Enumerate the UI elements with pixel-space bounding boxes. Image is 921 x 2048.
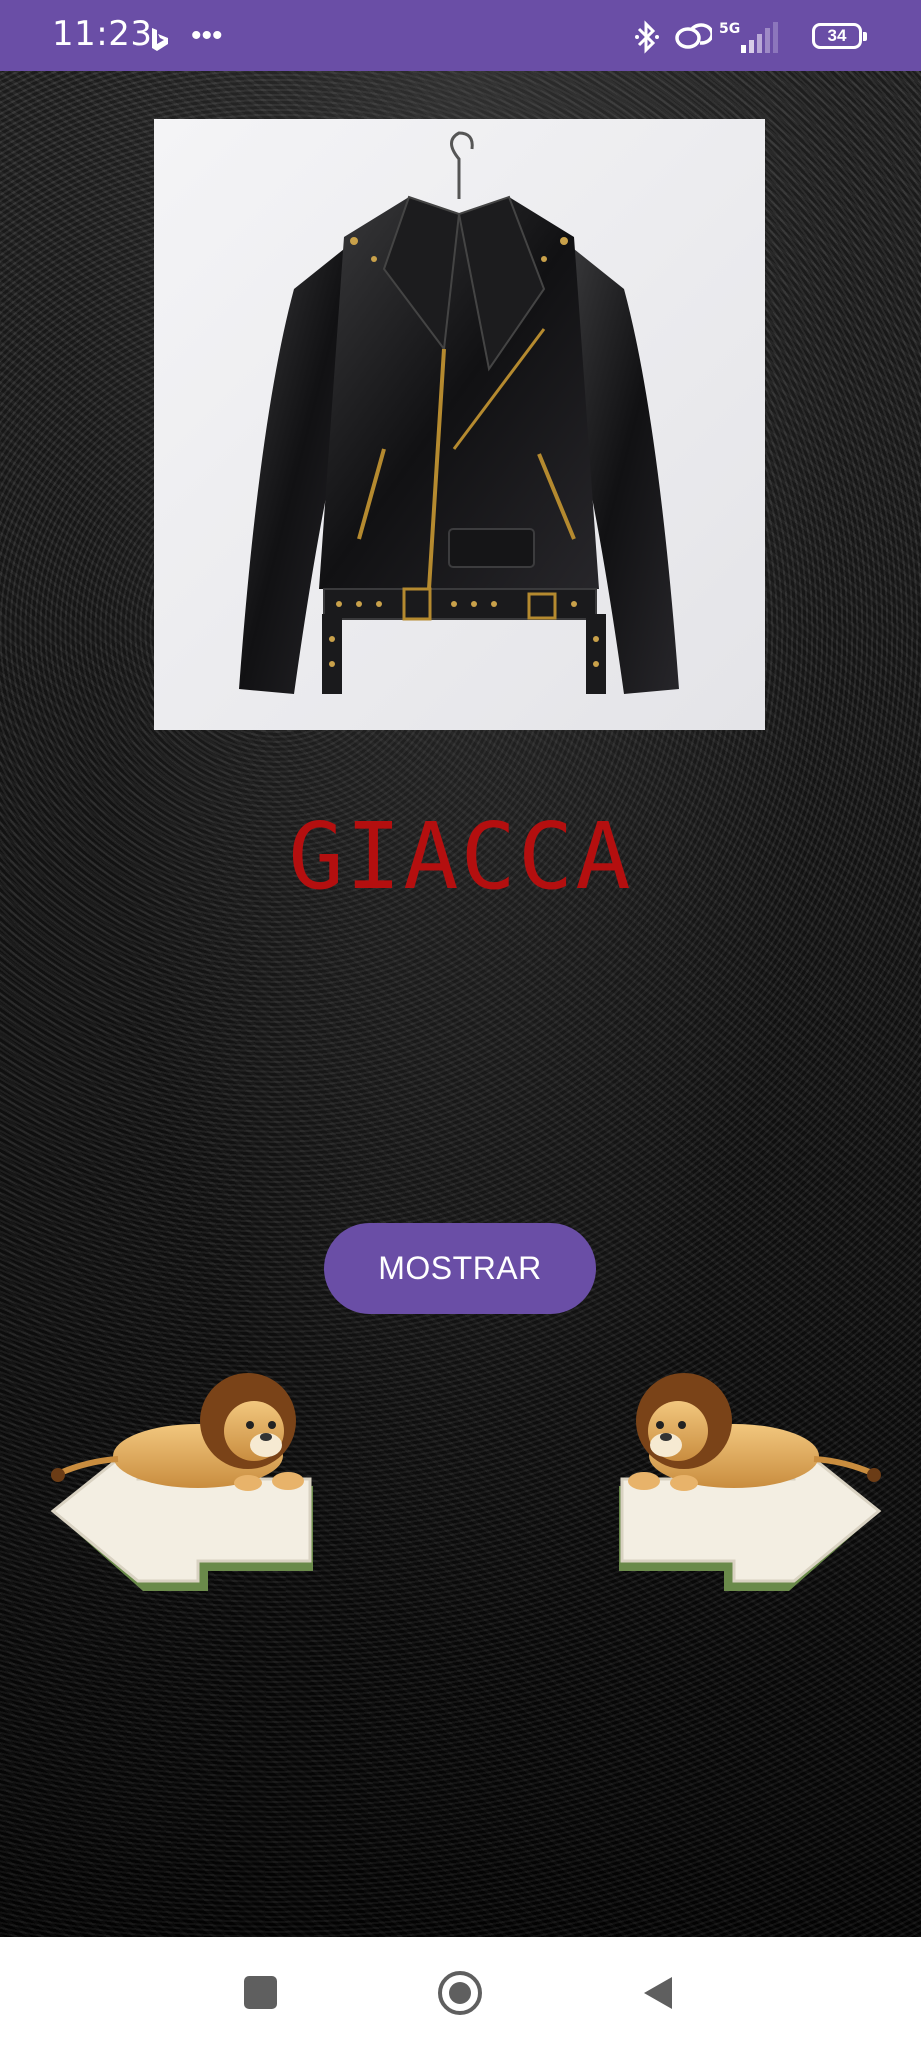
lion-left-arrow-icon[interactable] xyxy=(48,1361,338,1621)
show-button[interactable]: MOSTRAR xyxy=(324,1223,596,1314)
link-icon xyxy=(675,23,712,49)
product-image xyxy=(154,119,765,730)
bluetooth-icon xyxy=(635,20,659,54)
svg-text:5G: 5G xyxy=(719,21,740,37)
more-icon: ••• xyxy=(191,19,223,52)
home-icon[interactable] xyxy=(437,1970,483,2016)
5g-signal-icon: 5G xyxy=(719,21,778,53)
jacket-image xyxy=(239,131,679,694)
battery-icon: 34 xyxy=(812,23,867,49)
recents-icon[interactable] xyxy=(244,1976,277,2009)
lion-right-arrow-icon[interactable] xyxy=(594,1361,884,1621)
status-time: 11:23 xyxy=(52,14,153,54)
back-icon[interactable] xyxy=(642,1975,674,2011)
navigation-bar xyxy=(0,1937,921,2048)
product-title: GIACCA xyxy=(288,803,633,910)
status-bar: 11:23 ••• 5G 34 xyxy=(0,0,921,71)
leather-background: GIACCA MOSTRAR xyxy=(0,71,921,1937)
bing-icon xyxy=(152,28,168,51)
